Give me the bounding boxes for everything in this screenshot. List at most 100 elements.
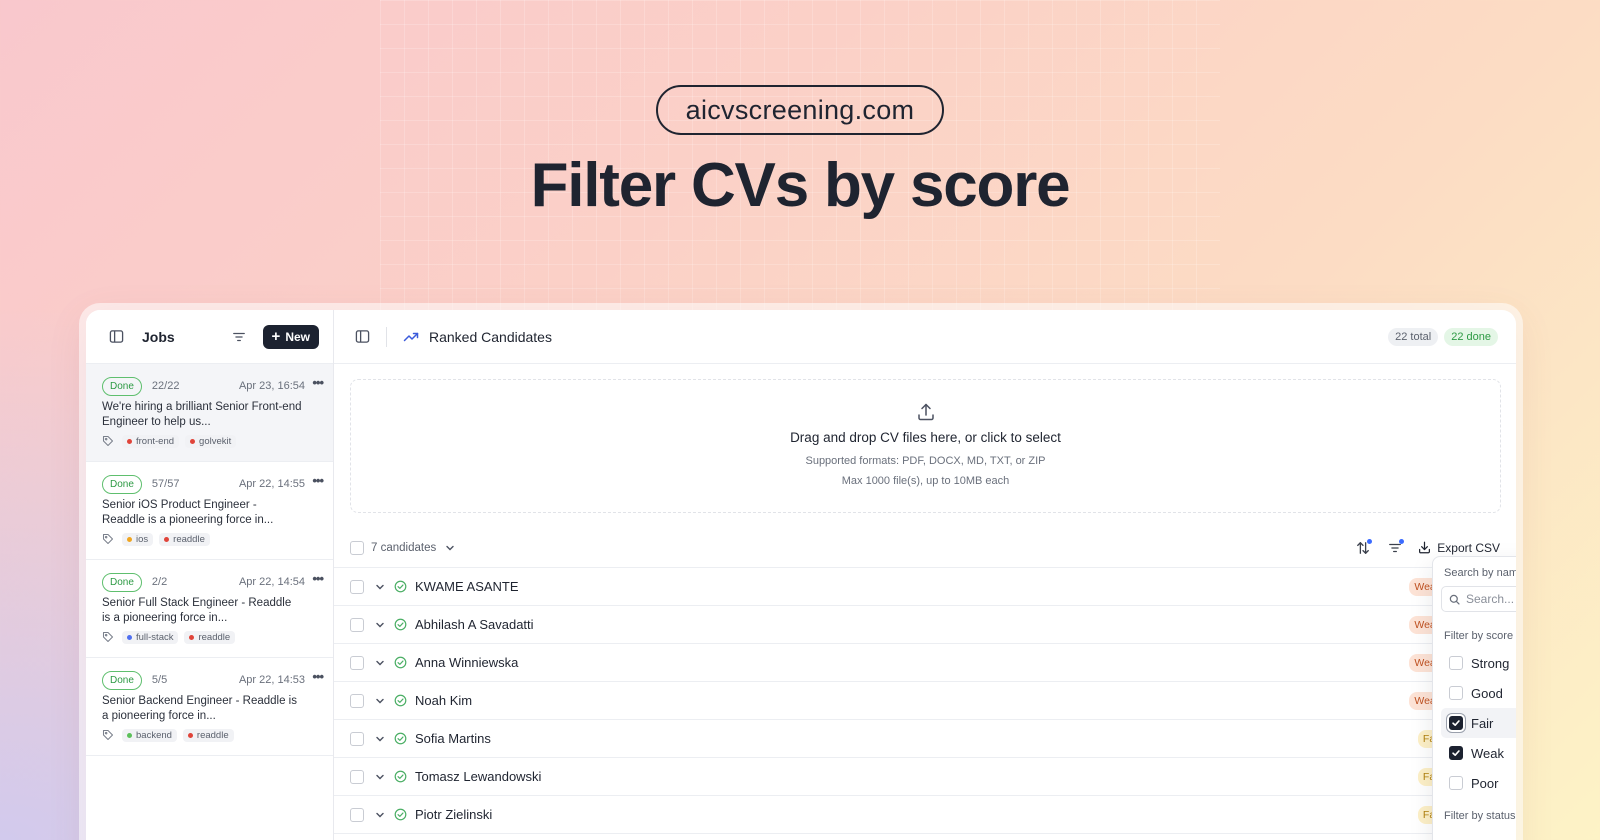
filter-icon[interactable] [1386, 538, 1405, 557]
chevron-down-icon[interactable] [374, 619, 386, 631]
chevron-down-icon[interactable] [444, 542, 456, 554]
candidate-name[interactable]: Abhilash A Savadatti [415, 617, 534, 632]
status-badge: Done [102, 572, 142, 592]
dropzone-title: Drag and drop CV files here, or click to… [790, 430, 1061, 445]
export-csv-button[interactable]: Export CSV [1418, 541, 1500, 555]
trending-up-icon [401, 327, 421, 347]
table-row[interactable]: Abhilash A SavadattiWeak44 [334, 606, 1516, 644]
sort-icon[interactable] [1354, 538, 1373, 557]
tag-icon [102, 434, 116, 448]
row-checkbox[interactable] [350, 769, 364, 784]
score-option-weak[interactable]: Weak [1441, 738, 1516, 768]
dropzone-limits: Max 1000 file(s), up to 10MB each [841, 475, 1010, 487]
candidate-count: 7 candidates [371, 541, 437, 554]
table-row[interactable]: KWAME ASANTEWeak38 [334, 568, 1516, 606]
chevron-down-icon[interactable] [374, 771, 386, 783]
dropzone-formats: Supported formats: PDF, DOCX, MD, TXT, o… [805, 455, 1046, 467]
candidate-name[interactable]: Tomasz Lewandowski [415, 769, 541, 784]
score-options: Strong Good Fair Weak Poor [1441, 648, 1516, 798]
table-row[interactable]: Sofia MartinsFair58 [334, 720, 1516, 758]
tag-dot [127, 536, 132, 542]
search-box [1441, 586, 1516, 612]
panel-toggle-icon[interactable] [352, 327, 372, 347]
filter-jobs-icon[interactable] [229, 327, 249, 347]
job-tag: backend [122, 728, 177, 742]
page-title: Ranked Candidates [429, 328, 552, 345]
chevron-down-icon[interactable] [374, 733, 386, 745]
select-all-checkbox[interactable] [350, 540, 364, 555]
sidebar-toggle-icon[interactable] [106, 327, 126, 347]
more-horizontal-icon[interactable]: ••• [312, 571, 324, 586]
tag-label: backend [136, 729, 172, 741]
candidate-name[interactable]: Noah Kim [415, 693, 472, 708]
table-row[interactable]: Tomasz LewandowskiFair58 [334, 758, 1516, 796]
job-date: Apr 23, 16:54 [238, 380, 305, 392]
row-checkbox[interactable] [350, 807, 364, 822]
job-tag: golvekit [185, 434, 237, 448]
check-circle-icon [394, 618, 408, 632]
upload-icon [351, 402, 1500, 424]
score-option-fair[interactable]: Fair [1441, 708, 1516, 738]
job-item[interactable]: Done 5/5 Apr 22, 14:53 ••• Senior Backend En… [86, 658, 333, 756]
more-horizontal-icon[interactable]: ••• [312, 669, 324, 684]
chevron-down-icon[interactable] [374, 809, 386, 821]
checkbox[interactable] [1449, 716, 1463, 730]
candidate-name[interactable]: Anna Winniewska [415, 655, 518, 670]
job-description: We're hiring a brilliant Senior Front-en… [102, 401, 302, 428]
candidate-name[interactable]: Sofia Martins [415, 731, 491, 746]
score-option-good[interactable]: Good [1441, 678, 1516, 708]
check-circle-icon [394, 656, 408, 670]
search-input[interactable] [1466, 592, 1516, 606]
row-checkbox[interactable] [350, 693, 364, 708]
header-divider [386, 326, 387, 347]
job-date: Apr 22, 14:55 [238, 478, 305, 490]
job-item[interactable]: Done 22/22 Apr 23, 16:54 ••• We're hiring a … [86, 364, 333, 462]
chevron-down-icon[interactable] [374, 695, 386, 707]
job-description: Senior iOS Product Engineer - Readdle is… [102, 499, 274, 526]
plus-icon: + [271, 327, 281, 345]
job-tag: full-stack [122, 630, 179, 644]
done-count-badge: 22 done [1444, 327, 1498, 346]
row-checkbox[interactable] [350, 731, 364, 746]
tag-label: full-stack [136, 631, 174, 643]
checkbox[interactable] [1449, 686, 1463, 700]
job-description: Senior Full Stack Engineer - Readdle is … [102, 597, 292, 624]
more-horizontal-icon[interactable]: ••• [312, 375, 324, 390]
chevron-down-icon[interactable] [374, 657, 386, 669]
row-checkbox[interactable] [350, 617, 364, 632]
chevron-down-icon[interactable] [374, 581, 386, 593]
tag-dot [189, 634, 195, 640]
main-header: Ranked Candidates 22 total 22 done [334, 310, 1516, 364]
candidate-name[interactable]: Piotr Zielinski [415, 807, 492, 822]
cv-dropzone[interactable]: Drag and drop CV files here, or click to… [350, 379, 1501, 513]
row-checkbox[interactable] [350, 579, 364, 594]
option-label: Fair [1471, 715, 1494, 731]
job-progress: 5/5 [151, 674, 168, 686]
candidate-list-header: 7 candidates Export CSV [334, 528, 1516, 568]
new-job-button[interactable]: + New [262, 324, 319, 349]
tag-icon [102, 532, 116, 546]
checkbox[interactable] [1449, 656, 1463, 670]
job-description: Senior Backend Engineer - Readdle is a p… [102, 695, 297, 722]
row-checkbox[interactable] [350, 655, 364, 670]
more-horizontal-icon[interactable]: ••• [312, 473, 324, 488]
job-tag: ios [122, 532, 154, 546]
tag-label: readdle [198, 631, 231, 643]
tag-icon [102, 728, 116, 742]
job-item[interactable]: Done 57/57 Apr 22, 14:55 ••• Senior iOS Prod… [86, 462, 333, 560]
score-option-poor[interactable]: Poor [1441, 768, 1516, 798]
job-tags: backend readdle [102, 728, 321, 742]
candidate-name[interactable]: KWAME ASANTE [415, 579, 519, 594]
job-date: Apr 22, 14:53 [238, 674, 305, 686]
checkbox[interactable] [1449, 746, 1463, 760]
score-option-strong[interactable]: Strong [1441, 648, 1516, 678]
status-badge: Done [102, 376, 142, 396]
job-progress: 2/2 [151, 576, 168, 588]
table-row[interactable]: Noah KimWeak47 [334, 682, 1516, 720]
job-item[interactable]: Done 2/2 Apr 22, 14:54 ••• Senior Full Stack… [86, 560, 333, 658]
table-row[interactable]: Anna WinniewskaWeak45 [334, 644, 1516, 682]
headline: Filter CVs by score [530, 151, 1071, 220]
table-row[interactable]: Piotr ZielinskiFair62 [334, 796, 1516, 834]
check-circle-icon [394, 694, 408, 708]
checkbox[interactable] [1449, 776, 1463, 790]
